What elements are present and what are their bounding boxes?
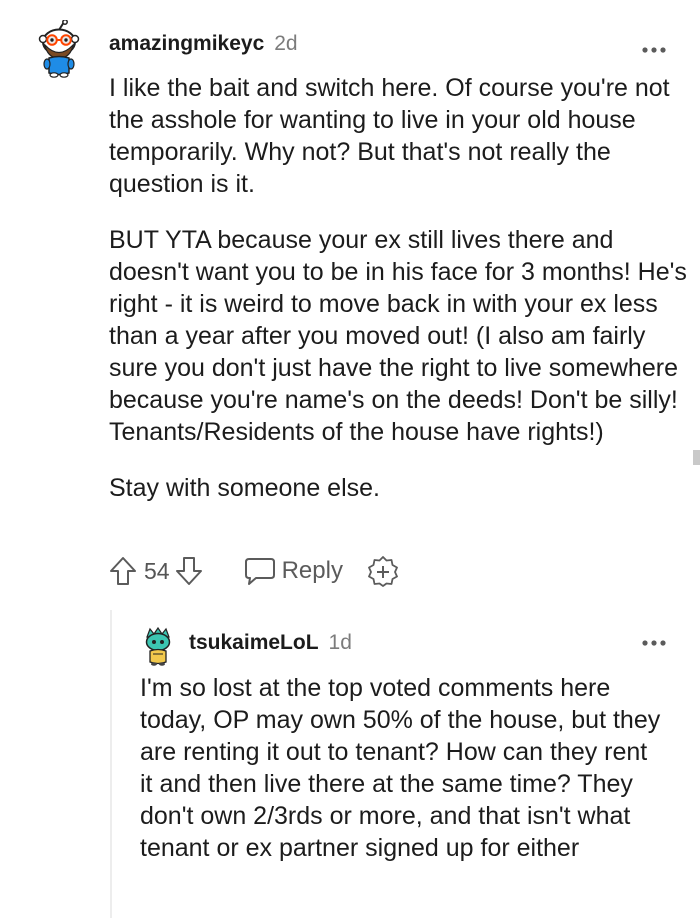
username-link[interactable]: amazingmikeyc xyxy=(109,32,264,56)
comment-paragraph: I like the bait and switch here. Of cour… xyxy=(109,74,670,198)
comment-bubble-icon xyxy=(244,556,276,586)
award-icon[interactable] xyxy=(367,555,399,587)
snoo-avatar-bearded-icon[interactable] xyxy=(38,19,80,78)
comment-header: amazingmikeyc 2d xyxy=(109,32,298,56)
vote-score: 54 xyxy=(144,557,170,584)
comment-header: tsukaimeLoL 1d xyxy=(189,631,352,655)
comment-age: 2d xyxy=(274,32,298,55)
reply-label: Reply xyxy=(281,557,343,584)
scrollbar-thumb[interactable] xyxy=(693,450,700,465)
reply-button[interactable]: Reply xyxy=(244,556,343,586)
upvote-icon[interactable] xyxy=(108,555,138,587)
more-options-icon[interactable] xyxy=(641,42,667,53)
comment-paragraph: I'm so lost at the top voted comments he… xyxy=(140,674,661,862)
comment-amazingmikeyc: amazingmikeyc 2d I like the bait and swi… xyxy=(0,0,700,600)
comment-tsukaimeLoL: tsukaimeLoL 1d I'm so lost at the top vo… xyxy=(0,600,700,918)
snoo-avatar-teal-icon[interactable] xyxy=(143,626,173,667)
comment-paragraph: Stay with someone else. xyxy=(109,474,380,502)
comment-age: 1d xyxy=(328,631,352,654)
more-options-icon[interactable] xyxy=(641,635,667,646)
comment-actions: 54 Reply xyxy=(108,551,399,591)
comment-paragraph: BUT YTA because your ex still lives ther… xyxy=(109,226,687,446)
downvote-icon[interactable] xyxy=(174,555,204,587)
comment-body: I'm so lost at the top voted comments he… xyxy=(140,672,665,864)
comment-body: I like the bait and switch here. Of cour… xyxy=(109,72,694,504)
username-link[interactable]: tsukaimeLoL xyxy=(189,631,319,655)
